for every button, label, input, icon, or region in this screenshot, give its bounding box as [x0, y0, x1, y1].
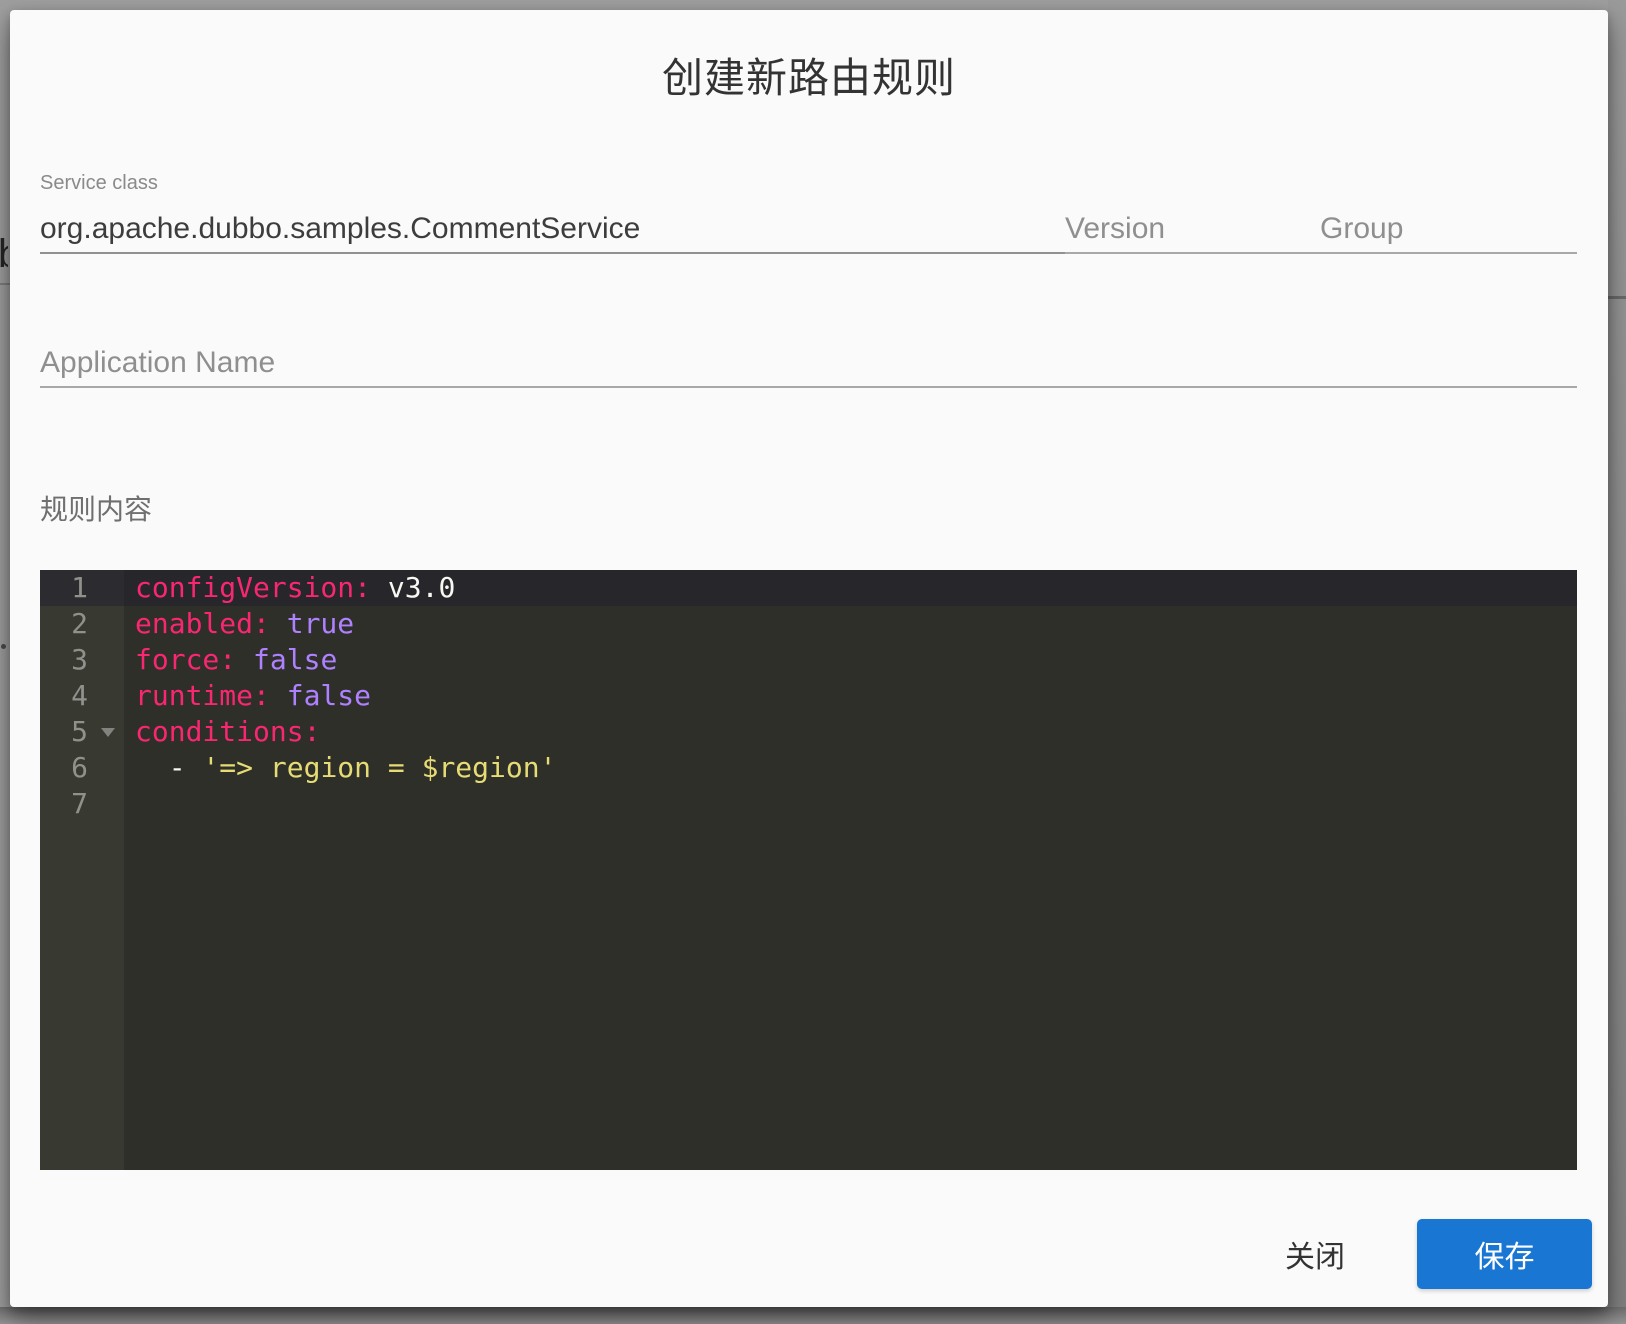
- version-input[interactable]: [1065, 206, 1320, 254]
- code-line[interactable]: - '=> region = $region': [124, 750, 1577, 786]
- close-button[interactable]: 关闭: [1250, 1219, 1380, 1289]
- application-name-input[interactable]: [40, 340, 1577, 388]
- service-class-label: Service class: [40, 172, 158, 194]
- dialog-title: 创建新路由规则: [662, 55, 956, 101]
- code-token: configVersion:: [135, 571, 372, 604]
- fold-chevron-down-icon[interactable]: [101, 728, 115, 737]
- code-token: false: [286, 679, 372, 712]
- code-token: force:: [135, 643, 237, 676]
- code-line[interactable]: force: false: [124, 642, 1577, 678]
- group-input[interactable]: [1320, 206, 1577, 254]
- gutter-line-number: 6: [71, 751, 88, 784]
- create-route-rule-dialog: 创建新路由规则 Service class 规则内容 1234567 confi…: [10, 10, 1608, 1307]
- code-token: true: [286, 607, 355, 640]
- code-token: enabled:: [135, 607, 270, 640]
- code-token: -: [135, 751, 203, 784]
- code-line[interactable]: configVersion: v3.0: [124, 570, 1577, 606]
- gutter-line-number: 7: [71, 787, 88, 820]
- editor-code[interactable]: configVersion: v3.0 enabled: true force: f…: [124, 570, 1577, 1170]
- code-token: runtime:: [135, 679, 270, 712]
- code-token: false: [253, 643, 338, 676]
- code-token: '=> region = $region': [202, 751, 557, 784]
- rule-content-label: 规则内容: [40, 494, 153, 525]
- gutter-line-number: 4: [71, 679, 88, 712]
- code-token: v3.0: [387, 571, 456, 604]
- editor-gutter: 1234567: [40, 570, 124, 1170]
- gutter-line-number: 1: [40, 570, 124, 606]
- screen: 日 b 创建新路由规则 Service class 规则内容 1234567 c…: [0, 0, 1626, 1324]
- gutter-line-number: 3: [71, 643, 88, 676]
- service-class-input[interactable]: [40, 206, 1065, 254]
- code-line[interactable]: conditions:: [124, 714, 1577, 750]
- code-line[interactable]: enabled: true: [124, 606, 1577, 642]
- code-line[interactable]: runtime: false: [124, 678, 1577, 714]
- code-line[interactable]: [124, 786, 1577, 822]
- gutter-line-number: 2: [71, 607, 88, 640]
- save-button[interactable]: 保存: [1417, 1219, 1592, 1289]
- gutter-line-number: 5: [40, 714, 124, 750]
- code-token: conditions:: [135, 715, 321, 748]
- rule-editor[interactable]: 1234567 configVersion: v3.0 enabled: true…: [40, 570, 1577, 1170]
